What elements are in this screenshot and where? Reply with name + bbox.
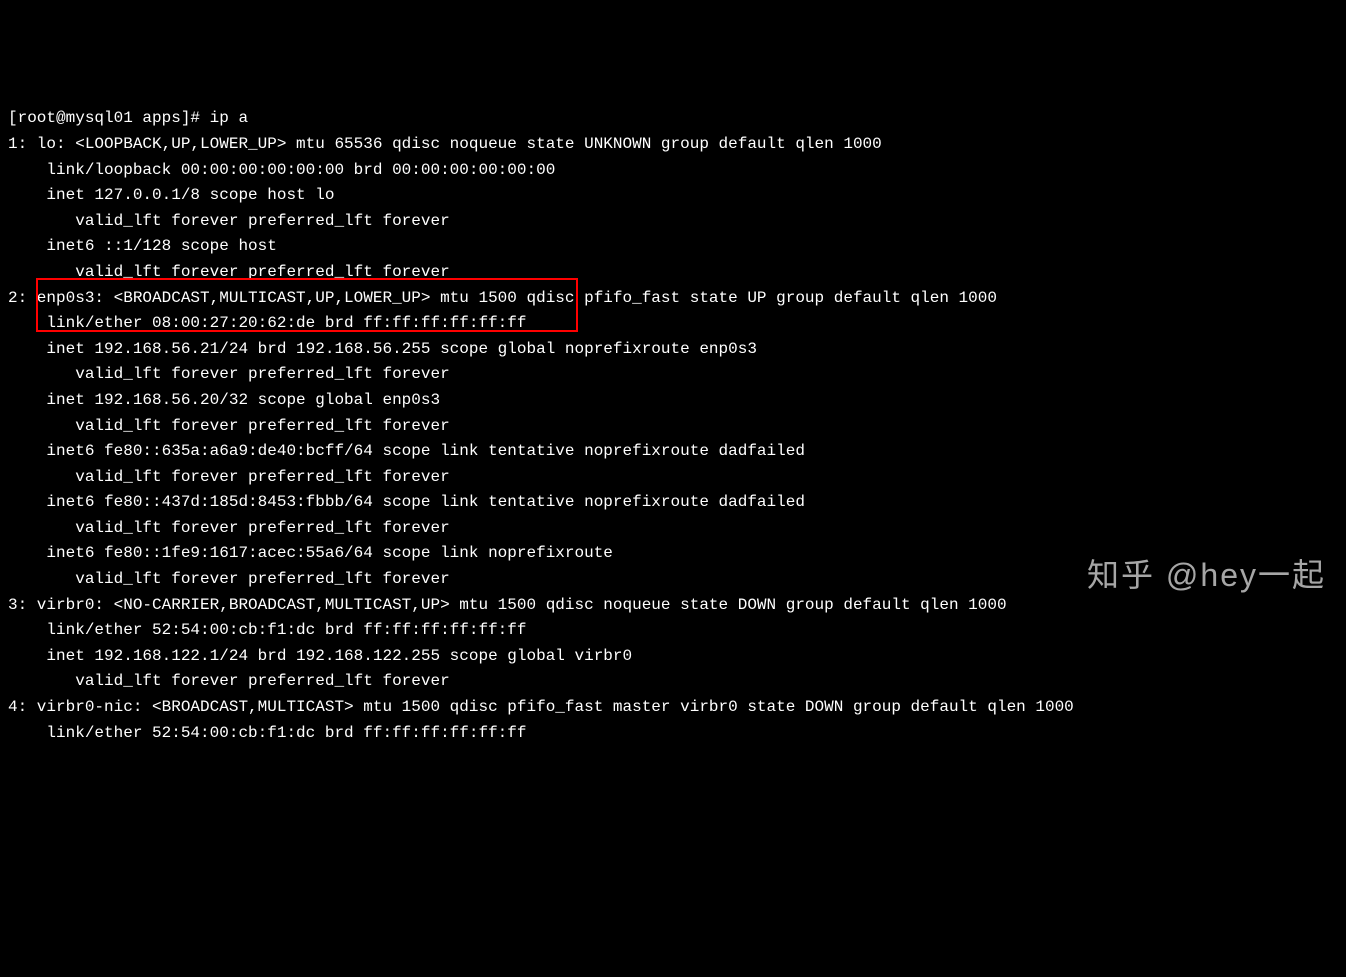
terminal-line: inet 192.168.122.1/24 brd 192.168.122.25… xyxy=(8,644,1338,670)
terminal-line: inet 192.168.56.21/24 brd 192.168.56.255… xyxy=(8,337,1338,363)
terminal-line: valid_lft forever preferred_lft forever xyxy=(8,362,1338,388)
terminal-line: 2: enp0s3: <BROADCAST,MULTICAST,UP,LOWER… xyxy=(8,286,1338,312)
terminal-line: valid_lft forever preferred_lft forever xyxy=(8,516,1338,542)
terminal-line: link/ether 52:54:00:cb:f1:dc brd ff:ff:f… xyxy=(8,721,1338,747)
terminal-line: inet 192.168.56.20/32 scope global enp0s… xyxy=(8,388,1338,414)
terminal-line: inet6 fe80::1fe9:1617:acec:55a6/64 scope… xyxy=(8,541,1338,567)
terminal-line: [root@mysql01 apps]# ip a xyxy=(8,106,1338,132)
terminal-line: 4: virbr0-nic: <BROADCAST,MULTICAST> mtu… xyxy=(8,695,1338,721)
terminal-line: valid_lft forever preferred_lft forever xyxy=(8,567,1338,593)
terminal-line: valid_lft forever preferred_lft forever xyxy=(8,669,1338,695)
terminal-line: valid_lft forever preferred_lft forever xyxy=(8,209,1338,235)
terminal-line: valid_lft forever preferred_lft forever xyxy=(8,465,1338,491)
terminal-line: link/ether 52:54:00:cb:f1:dc brd ff:ff:f… xyxy=(8,618,1338,644)
terminal-line: inet6 fe80::635a:a6a9:de40:bcff/64 scope… xyxy=(8,439,1338,465)
terminal-line: 1: lo: <LOOPBACK,UP,LOWER_UP> mtu 65536 … xyxy=(8,132,1338,158)
terminal-line: inet 127.0.0.1/8 scope host lo xyxy=(8,183,1338,209)
terminal-line: inet6 ::1/128 scope host xyxy=(8,234,1338,260)
terminal-line: link/loopback 00:00:00:00:00:00 brd 00:0… xyxy=(8,158,1338,184)
terminal-line: valid_lft forever preferred_lft forever xyxy=(8,414,1338,440)
terminal-output: [root@mysql01 apps]# ip a1: lo: <LOOPBAC… xyxy=(8,106,1338,746)
terminal-line: 3: virbr0: <NO-CARRIER,BROADCAST,MULTICA… xyxy=(8,593,1338,619)
terminal-line: valid_lft forever preferred_lft forever xyxy=(8,260,1338,286)
terminal-line: inet6 fe80::437d:185d:8453:fbbb/64 scope… xyxy=(8,490,1338,516)
terminal-line: link/ether 08:00:27:20:62:de brd ff:ff:f… xyxy=(8,311,1338,337)
